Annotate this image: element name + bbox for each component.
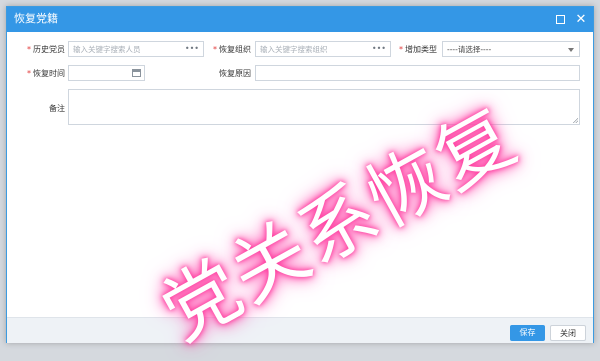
close-icon: ✕: [575, 11, 587, 27]
required-mark: *: [27, 69, 31, 78]
restore-org-label: * 恢复组织: [213, 45, 251, 54]
history-member-placeholder: 输入关键字搜索人员: [73, 45, 141, 54]
maximize-button[interactable]: [552, 11, 568, 27]
chevron-down-icon: [568, 48, 574, 52]
history-member-field[interactable]: 输入关键字搜索人员 •••: [68, 41, 204, 57]
required-mark: *: [27, 45, 31, 54]
dialog-footer: 保存 关闭: [7, 317, 593, 343]
restore-reason-label: 恢复原因: [219, 69, 251, 78]
close-button[interactable]: 关闭: [550, 325, 586, 341]
restore-membership-dialog: 恢复党籍 ✕ * 历史党员 输入关键字搜索人员 ••• * 恢复组织 输入关键字搜索…: [6, 6, 594, 343]
calendar-icon[interactable]: [132, 69, 141, 77]
restore-time-label: * 恢复时间: [27, 69, 65, 78]
maximize-icon: [555, 14, 565, 24]
dialog-titlebar: 恢复党籍 ✕: [7, 7, 593, 32]
remark-label: 备注: [49, 104, 65, 113]
close-window-button[interactable]: ✕: [573, 11, 589, 27]
save-button[interactable]: 保存: [510, 325, 545, 341]
history-member-lookup-button[interactable]: •••: [185, 44, 199, 54]
add-type-select[interactable]: ----请选择----: [442, 41, 580, 57]
required-mark: *: [213, 45, 217, 54]
history-member-label: * 历史党员: [27, 45, 65, 54]
restore-org-lookup-button[interactable]: •••: [372, 44, 386, 54]
restore-time-field[interactable]: [68, 65, 145, 81]
restore-org-placeholder: 输入关键字搜索组织: [260, 45, 328, 54]
add-type-selected-value: ----请选择----: [447, 45, 492, 54]
required-mark: *: [399, 45, 403, 54]
dialog-title: 恢复党籍: [14, 12, 58, 25]
remark-textarea[interactable]: [68, 89, 580, 125]
resize-grip-icon[interactable]: [573, 118, 578, 123]
restore-reason-field[interactable]: [255, 65, 580, 81]
add-type-label: * 增加类型: [399, 45, 437, 54]
restore-org-field[interactable]: 输入关键字搜索组织 •••: [255, 41, 391, 57]
